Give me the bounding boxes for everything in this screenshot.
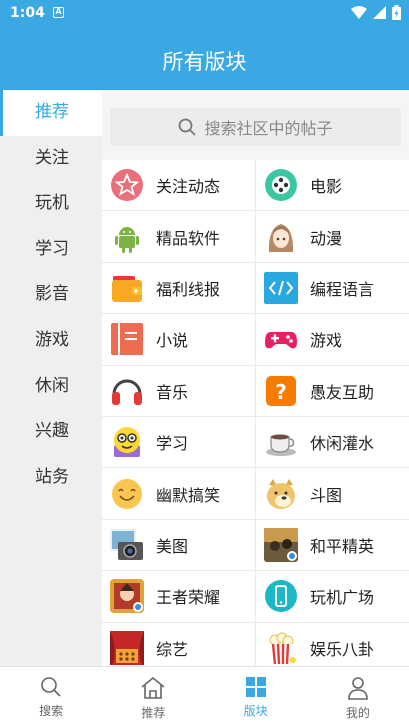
- system-icons: [351, 5, 401, 20]
- board-label: 学习: [156, 434, 189, 454]
- board-label: 编程语言: [310, 279, 375, 299]
- gamepad-icon: [264, 322, 298, 356]
- tab-label: 我的: [345, 706, 370, 720]
- sidebar-item-recommend[interactable]: 推荐: [0, 90, 102, 136]
- board-label: 小说: [156, 331, 189, 351]
- board-label: 综艺: [156, 639, 189, 659]
- person-icon: [348, 677, 368, 700]
- board-label: 斗图: [310, 485, 343, 505]
- sidebar-item-leisure[interactable]: 休闲: [0, 364, 102, 410]
- headphones-icon: [110, 374, 144, 408]
- coffee-cup-icon: [264, 425, 298, 459]
- tab-boards[interactable]: 版块: [205, 667, 307, 728]
- popcorn-icon: [264, 631, 298, 665]
- board-label: 游戏: [310, 331, 343, 351]
- board-music[interactable]: 音乐: [102, 365, 255, 416]
- smiley-icon: [110, 477, 144, 511]
- wallet-icon: [110, 271, 144, 305]
- sidebar-item-phone[interactable]: 玩机: [0, 181, 102, 227]
- board-gossip[interactable]: 娱乐八卦: [256, 622, 409, 666]
- board-label: 玩机广场: [310, 588, 375, 608]
- star-circle-icon: [110, 168, 144, 202]
- search-icon: [179, 118, 197, 136]
- phone-icon: [264, 579, 298, 613]
- tab-label: 版块: [243, 704, 268, 718]
- grid-icon: [245, 677, 266, 697]
- sidebar-item-follow[interactable]: 关注: [0, 136, 102, 182]
- board-software[interactable]: 精品软件: [102, 211, 255, 262]
- question-icon: ?: [264, 374, 298, 408]
- board-label: 王者荣耀: [156, 588, 221, 608]
- sidebar-item-media[interactable]: 影音: [0, 272, 102, 318]
- svg-text:?: ?: [275, 380, 287, 404]
- game-poster-icon: [264, 527, 298, 562]
- board-games[interactable]: 游戏: [256, 314, 409, 365]
- doge-icon: [264, 477, 298, 511]
- board-movies[interactable]: 电影: [256, 160, 409, 211]
- search-placeholder: 搜索社区中的帖子: [204, 119, 333, 138]
- board-photos[interactable]: 美图: [102, 519, 255, 571]
- board-study[interactable]: 学习: [102, 416, 255, 468]
- app-header: 所有版块: [0, 26, 409, 90]
- notification-a-icon: A: [53, 7, 64, 18]
- wifi-icon: [351, 6, 367, 19]
- tab-recommend[interactable]: 推荐: [102, 667, 204, 728]
- code-icon: [264, 271, 298, 305]
- board-honor-of-kings[interactable]: 王者荣耀: [102, 571, 255, 622]
- status-bar: 1:04 A: [0, 0, 409, 26]
- home-icon: [141, 676, 165, 699]
- board-label: 幽默搞笑: [156, 485, 221, 505]
- board-peace-elite[interactable]: 和平精英: [256, 519, 409, 571]
- board-label: 美图: [156, 536, 189, 556]
- board-chat[interactable]: 休闲灌水: [256, 416, 409, 468]
- board-programming[interactable]: 编程语言: [256, 262, 409, 314]
- board-panel: 搜索社区中的帖子 关注动态 电影 精品软件 动漫 福利线报 编程语言 小说 游戏…: [102, 90, 409, 666]
- board-label: 和平精英: [310, 536, 375, 556]
- board-anime[interactable]: 动漫: [256, 211, 409, 262]
- photo-camera-icon: [110, 528, 144, 562]
- android-icon: [110, 220, 144, 254]
- board-follow-feed[interactable]: 关注动态: [102, 160, 255, 211]
- tab-label: 搜索: [39, 704, 64, 718]
- sidebar-item-study[interactable]: 学习: [0, 227, 102, 273]
- stage-curtain-icon: [110, 630, 144, 665]
- battery-icon: [392, 5, 401, 20]
- board-humor[interactable]: 幽默搞笑: [102, 468, 255, 519]
- board-label: 音乐: [156, 382, 189, 402]
- board-variety[interactable]: 综艺: [102, 622, 255, 666]
- board-label: 愚友互助: [310, 382, 375, 402]
- tab-profile[interactable]: 我的: [307, 667, 409, 728]
- bottom-nav: 搜索 推荐 版块 我的: [0, 666, 409, 728]
- category-sidebar: 推荐 关注 玩机 学习 影音 游戏 休闲 兴趣 站务: [0, 90, 102, 666]
- board-deals[interactable]: 福利线报: [102, 262, 255, 314]
- signal-icon: [373, 6, 386, 19]
- tab-search[interactable]: 搜索: [0, 667, 102, 728]
- board-label: 娱乐八卦: [310, 639, 375, 659]
- board-novels[interactable]: 小说: [102, 314, 255, 365]
- film-reel-icon: [264, 168, 298, 202]
- sidebar-item-interest[interactable]: 兴趣: [0, 409, 102, 455]
- anime-girl-icon: [264, 220, 298, 254]
- sidebar-item-games[interactable]: 游戏: [0, 318, 102, 364]
- sidebar-item-site[interactable]: 站务: [0, 455, 102, 501]
- search-input[interactable]: 搜索社区中的帖子: [110, 108, 401, 146]
- page-title: 所有版块: [162, 50, 247, 74]
- book-icon: [110, 322, 144, 356]
- board-label: 动漫: [310, 228, 343, 248]
- game-hero-icon: [110, 579, 144, 614]
- board-label: 电影: [310, 177, 343, 197]
- board-label: 休闲灌水: [310, 434, 375, 454]
- board-mutual-help[interactable]: ? 愚友互助: [256, 365, 409, 416]
- board-grid: 关注动态 电影 精品软件 动漫 福利线报 编程语言 小说 游戏 音乐 ? 愚友互…: [102, 160, 409, 666]
- board-phone-square[interactable]: 玩机广场: [256, 571, 409, 622]
- board-label: 精品软件: [156, 228, 221, 248]
- search-icon: [41, 677, 61, 697]
- board-label: 关注动态: [156, 177, 221, 197]
- tab-label: 推荐: [141, 706, 166, 720]
- status-time: 1:04: [10, 5, 45, 21]
- board-memes[interactable]: 斗图: [256, 468, 409, 519]
- nerd-face-icon: [110, 425, 144, 459]
- board-label: 福利线报: [156, 279, 221, 299]
